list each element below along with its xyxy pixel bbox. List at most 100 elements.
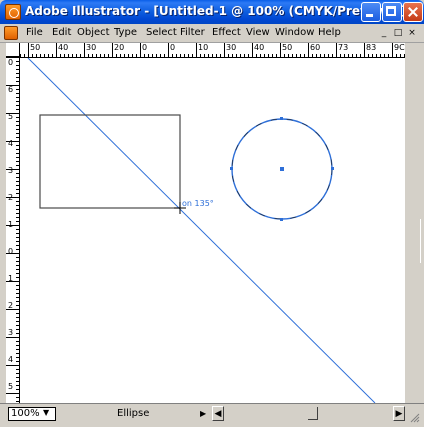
ruler-tick (16, 289, 19, 290)
ellipse-center-point[interactable] (280, 167, 284, 171)
ruler-tick (372, 54, 373, 57)
ruler-tick (288, 54, 289, 57)
ruler-label: 3 (7, 328, 14, 337)
ruler-tick (16, 209, 19, 210)
ruler-tick (16, 89, 19, 90)
horizontal-scroll-thumb[interactable] (308, 407, 318, 420)
menu-file[interactable]: File (26, 27, 43, 38)
ruler-tick (352, 54, 353, 57)
ruler-tick (16, 269, 19, 270)
vertical-scroll-thumb[interactable] (407, 219, 421, 263)
menu-type[interactable]: Type (114, 27, 137, 38)
ruler-label: 73 (338, 43, 349, 52)
vertical-ruler[interactable]: 0 6 5 4 3 2 1 0 1 2 3 4 5 (6, 57, 20, 403)
menu-edit[interactable]: Edit (52, 27, 71, 38)
ruler-tick (220, 54, 221, 57)
menu-view[interactable]: View (246, 27, 270, 38)
ruler-tick (132, 54, 133, 57)
anchor-right[interactable] (331, 167, 334, 170)
menu-help[interactable]: Help (318, 27, 341, 38)
ruler-tick (188, 54, 189, 57)
ruler-tick (156, 54, 157, 57)
ruler-tick (240, 54, 241, 57)
ruler-tick (340, 54, 341, 57)
ruler-tick (264, 54, 265, 57)
ruler-label: 9C (394, 43, 405, 52)
ruler-tick (16, 353, 19, 354)
ruler-tick (360, 54, 361, 57)
scroll-left-button[interactable]: ◀ (212, 406, 224, 421)
anchor-left[interactable] (230, 167, 233, 170)
ruler-tick (16, 293, 19, 294)
ruler-tick (228, 54, 229, 57)
ruler-tick (16, 357, 19, 358)
close-button[interactable] (403, 2, 423, 22)
ruler-tick (316, 54, 317, 57)
zoom-dropdown-icon[interactable]: ▼ (43, 408, 49, 417)
maximize-button[interactable] (382, 2, 402, 22)
doc-restore-button[interactable]: □ (392, 28, 404, 39)
menu-filter[interactable]: Filter (180, 27, 205, 38)
ruler-tick (16, 377, 19, 378)
menu-select[interactable]: Select (146, 27, 177, 38)
menu-object[interactable]: Object (77, 27, 110, 38)
artboard-canvas[interactable]: on 135° (20, 58, 405, 403)
status-menu-icon[interactable]: ▶ (200, 409, 206, 418)
ruler-tick (16, 193, 19, 194)
resize-grip-icon[interactable] (408, 411, 420, 423)
doc-minimize-button[interactable]: _ (378, 28, 390, 39)
ruler-tick (252, 43, 253, 57)
minimize-button[interactable] (361, 2, 381, 22)
ruler-tick (16, 261, 19, 262)
ruler-tick (300, 54, 301, 57)
document-icon[interactable] (4, 26, 18, 40)
ruler-tick (140, 43, 141, 57)
ruler-tick (356, 54, 357, 57)
ruler-tick (164, 54, 165, 57)
anchor-bottom[interactable] (280, 218, 283, 221)
ruler-tick (16, 61, 19, 62)
ruler-tick (236, 54, 237, 57)
ruler-tick (308, 43, 309, 57)
ruler-label: 0 (142, 43, 148, 52)
ruler-label: 20 (114, 43, 125, 52)
ruler-tick (16, 301, 19, 302)
ruler-label: 2 (7, 193, 14, 202)
ruler-label: 50 (282, 43, 293, 52)
anchor-top[interactable] (280, 117, 283, 120)
ruler-origin[interactable] (6, 43, 20, 57)
ruler-tick (272, 54, 273, 57)
ruler-tick (16, 133, 19, 134)
smart-guide-label: on 135° (182, 199, 214, 208)
ruler-tick (16, 105, 19, 106)
ruler-tick (276, 54, 277, 57)
ruler-tick (16, 173, 19, 174)
ruler-tick (128, 54, 129, 57)
ruler-tick (256, 54, 257, 57)
ruler-tick (304, 54, 305, 57)
menu-window[interactable]: Window (275, 27, 314, 38)
scroll-right-button[interactable]: ▶ (393, 406, 405, 421)
doc-close-button[interactable]: × (406, 28, 418, 39)
ruler-tick (192, 54, 193, 57)
rectangle-shape[interactable] (39, 114, 181, 209)
illustrator-app-icon[interactable] (5, 4, 21, 20)
ruler-label: 5 (7, 382, 14, 391)
ruler-tick (16, 321, 19, 322)
ruler-tick (116, 54, 117, 57)
vertical-scrollbar[interactable] (405, 43, 422, 403)
status-bar: 100% ▼ Ellipse ▶ ◀ ▶ (0, 403, 424, 427)
title-bar[interactable]: Adobe Illustrator - [Untitled-1 @ 100% (… (0, 0, 424, 24)
ruler-tick (280, 43, 281, 57)
ruler-label: 6 (7, 85, 14, 94)
ruler-label: 40 (254, 43, 265, 52)
ruler-tick (204, 54, 205, 57)
ruler-tick (16, 273, 19, 274)
ruler-tick (16, 117, 19, 118)
horizontal-ruler[interactable]: 50 40 30 20 0 0 10 30 40 50 60 73 83 9C (20, 43, 405, 58)
menu-effect[interactable]: Effect (212, 27, 241, 38)
ruler-tick (396, 54, 397, 57)
ruler-tick (332, 54, 333, 57)
illustrator-window: Adobe Illustrator - [Untitled-1 @ 100% (… (0, 0, 424, 427)
ruler-tick (244, 54, 245, 57)
